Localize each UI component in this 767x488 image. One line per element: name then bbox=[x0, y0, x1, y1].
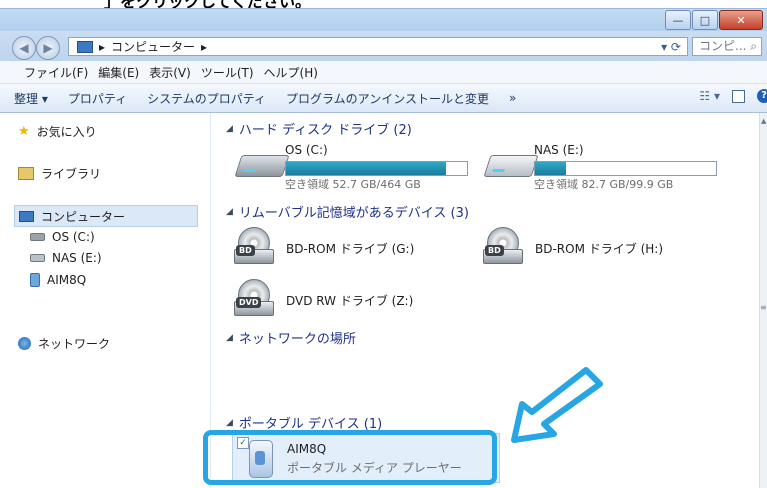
nav-computer-label: コンピューター bbox=[41, 209, 126, 224]
forward-button[interactable]: ▶ bbox=[36, 36, 60, 60]
help-icon[interactable]: ? bbox=[757, 89, 767, 103]
group-network-locations[interactable]: ◢ ネットワークの場所 bbox=[226, 328, 746, 347]
portable-device-icon bbox=[30, 273, 40, 287]
nav-network-label: ネットワーク bbox=[38, 337, 111, 351]
nav-device[interactable]: AIM8Q bbox=[30, 273, 198, 287]
address-location[interactable]: コンピューター bbox=[111, 38, 195, 55]
hdd-e-free: 空き領域 82.7 GB/99.9 GB bbox=[534, 178, 674, 191]
vertical-scrollbar[interactable]: ▲ ≡ bbox=[759, 113, 767, 488]
maximize-button[interactable]: □ bbox=[692, 10, 718, 30]
navigation-pane: ★ お気に入り ライブラリ コンピューター OS (C:) NAS (E:) A… bbox=[0, 113, 211, 488]
nav-computer[interactable]: コンピューター bbox=[14, 205, 198, 227]
library-icon bbox=[18, 167, 34, 180]
hdd-e-label: NAS (E:) bbox=[534, 143, 584, 157]
menu-tools[interactable]: ツール(T) bbox=[201, 64, 254, 81]
star-icon: ★ bbox=[18, 124, 30, 139]
view-options-icon[interactable]: ☷ ▾ bbox=[699, 89, 720, 103]
preview-pane-icon[interactable] bbox=[732, 89, 745, 103]
network-icon bbox=[18, 337, 31, 350]
nav-favorites[interactable]: ★ お気に入り bbox=[18, 123, 97, 140]
nav-drive-e[interactable]: NAS (E:) bbox=[30, 251, 102, 265]
search-icon: ⌕ bbox=[750, 39, 758, 53]
organize-button[interactable]: 整理 ▾ bbox=[14, 90, 48, 107]
nav-network[interactable]: ネットワーク bbox=[18, 335, 110, 352]
computer-icon bbox=[77, 40, 93, 53]
network-drive-icon bbox=[30, 254, 45, 262]
properties-button[interactable]: プロパティ bbox=[68, 90, 127, 107]
hdd-c-label: OS (C:) bbox=[285, 143, 328, 157]
hdd-c-free: 空き領域 52.7 GB/464 GB bbox=[285, 178, 421, 191]
title-bar: — □ ✕ bbox=[0, 8, 767, 31]
address-trail[interactable]: ▸ bbox=[201, 40, 207, 54]
hdd-c-item[interactable]: OS (C:) 空き領域 52.7 GB/464 GB bbox=[285, 143, 468, 192]
dvd-z-label: DVD RW ドライブ (Z:) bbox=[286, 294, 414, 308]
command-toolbar: 整理 ▾ プロパティ システムのプロパティ プログラムのアンインストールと変更 … bbox=[0, 84, 767, 113]
minimize-button[interactable]: — bbox=[665, 10, 691, 30]
close-button[interactable]: ✕ bbox=[719, 10, 763, 30]
menu-bar: ファイル(F) 編集(E) 表示(V) ツール(T) ヘルプ(H) bbox=[0, 61, 767, 84]
menu-file[interactable]: ファイル(F) bbox=[24, 64, 88, 81]
search-input[interactable]: コンピ... ⌕ bbox=[692, 37, 762, 56]
bd-drive-icon: BD bbox=[483, 227, 523, 265]
address-separator: ▸ bbox=[99, 39, 106, 54]
instruction-text-fragment: 」をクリックしてください。 bbox=[0, 0, 767, 8]
hdd-c-usage-bar bbox=[285, 161, 468, 176]
bd-g-label: BD-ROM ドライブ (G:) bbox=[286, 242, 415, 256]
nav-drive-c[interactable]: OS (C:) bbox=[30, 230, 95, 244]
hdd-e-item[interactable]: NAS (E:) 空き領域 82.7 GB/99.9 GB bbox=[534, 143, 717, 192]
group-removable[interactable]: ◢ リムーバブル記憶域があるデバイス (3) bbox=[226, 202, 746, 221]
hdd-e-usage-bar bbox=[534, 161, 717, 176]
menu-edit[interactable]: 編集(E) bbox=[98, 64, 139, 81]
menu-view[interactable]: 表示(V) bbox=[149, 64, 191, 81]
bd-drive-icon: BD bbox=[234, 227, 274, 265]
address-box[interactable]: ▸ コンピューター ▸ ▾ ⟳ bbox=[68, 37, 688, 56]
group-hdd[interactable]: ◢ ハード ディスク ドライブ (2) bbox=[226, 119, 746, 138]
refresh-icon[interactable]: ▾ ⟳ bbox=[661, 40, 681, 54]
drive-icon bbox=[30, 233, 45, 241]
nav-libraries-label: ライブラリ bbox=[41, 167, 102, 181]
nav-drive-e-label: NAS (E:) bbox=[52, 251, 102, 265]
address-bar-row: ◀ ▶ ▸ コンピューター ▸ ▾ ⟳ コンピ... ⌕ bbox=[0, 31, 767, 61]
nav-device-label: AIM8Q bbox=[47, 273, 87, 287]
nav-libraries[interactable]: ライブラリ bbox=[18, 165, 101, 182]
uninstall-button[interactable]: プログラムのアンインストールと変更 bbox=[286, 90, 489, 107]
pointer-arrow-annotation bbox=[511, 367, 603, 443]
nav-favorites-label: お気に入り bbox=[36, 125, 97, 139]
dvd-drive-icon: DVD bbox=[234, 279, 274, 317]
back-button[interactable]: ◀ bbox=[12, 36, 36, 60]
more-button[interactable]: » bbox=[509, 91, 516, 105]
highlight-box-annotation bbox=[203, 430, 497, 485]
bd-h-label: BD-ROM ドライブ (H:) bbox=[535, 242, 663, 256]
nav-drive-c-label: OS (C:) bbox=[52, 230, 95, 244]
computer-icon bbox=[19, 210, 34, 222]
menu-help[interactable]: ヘルプ(H) bbox=[264, 64, 318, 81]
system-properties-button[interactable]: システムのプロパティ bbox=[147, 90, 266, 107]
